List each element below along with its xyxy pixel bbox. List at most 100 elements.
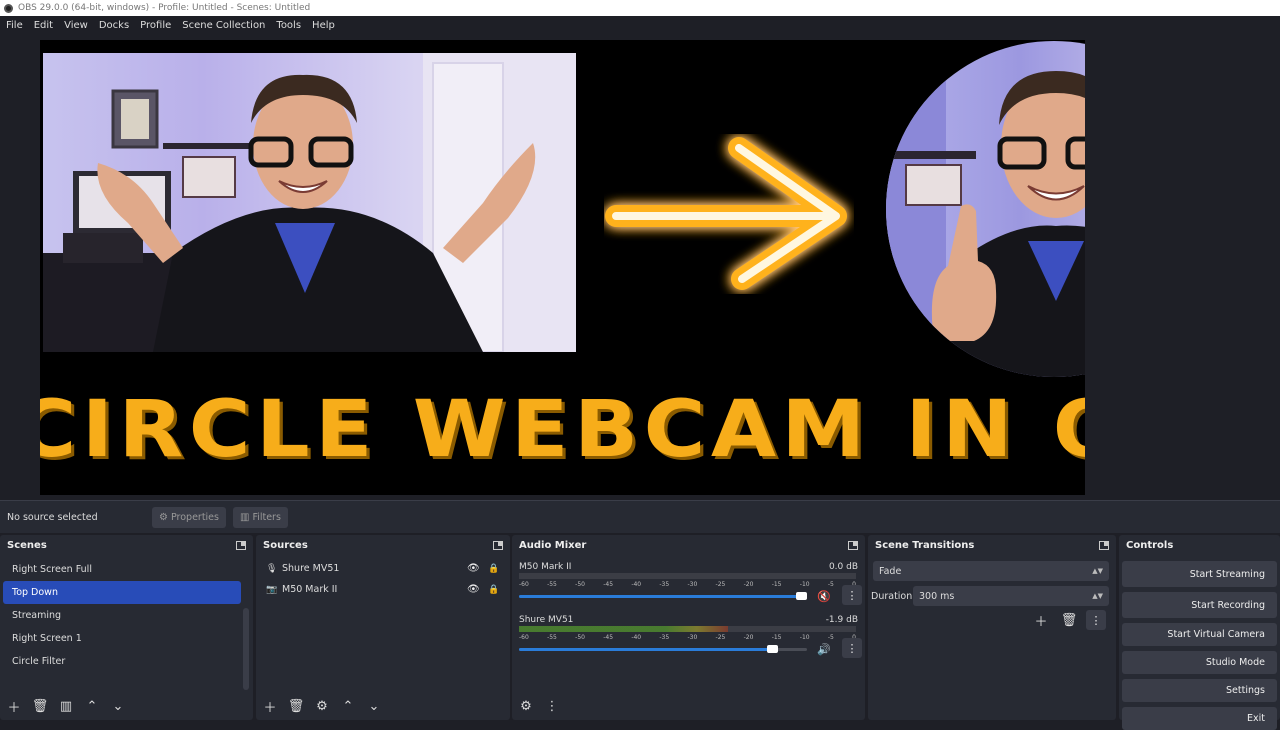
meter-tick-label: -50 xyxy=(575,581,585,588)
sources-dock: Sources 🎙 Shure MV51 👁 🔒 📷 M50 Mark II 👁… xyxy=(256,535,510,720)
undock-icon[interactable] xyxy=(236,541,246,550)
volume-meter xyxy=(519,573,856,579)
meter-tick-label: -30 xyxy=(687,634,698,641)
start-recording-button[interactable]: Start Recording xyxy=(1122,592,1277,618)
scene-filters-icon[interactable]: ▥ xyxy=(55,696,77,716)
lock-icon[interactable]: 🔒 xyxy=(488,585,499,595)
source-properties-gear-icon[interactable]: ⚙ xyxy=(311,696,333,716)
remove-source-icon[interactable]: 🗑 xyxy=(285,696,307,716)
meter-tick-label: -10 xyxy=(799,581,810,588)
channel-menu-button[interactable]: ⋮ xyxy=(842,585,862,605)
undock-icon[interactable] xyxy=(848,541,858,550)
scene-item[interactable]: Right Screen Full xyxy=(3,558,250,581)
move-down-icon[interactable]: ⌄ xyxy=(363,696,385,716)
meter-tick-label: -25 xyxy=(715,581,726,588)
menu-edit[interactable]: Edit xyxy=(34,20,53,31)
scene-item[interactable]: Top Down xyxy=(3,581,241,604)
menu-profile[interactable]: Profile xyxy=(140,20,171,31)
undock-icon[interactable] xyxy=(1099,541,1109,550)
advanced-audio-gear-icon[interactable]: ⚙ xyxy=(515,696,537,716)
remove-scene-icon[interactable]: 🗑 xyxy=(29,696,51,716)
move-down-icon[interactable]: ⌄ xyxy=(107,696,129,716)
sources-title: Sources xyxy=(263,540,308,551)
menu-file[interactable]: File xyxy=(6,20,23,31)
no-source-label: No source selected xyxy=(7,511,98,523)
channel-menu-button[interactable]: ⋮ xyxy=(842,638,862,658)
meter-tick-label: -20 xyxy=(743,634,754,641)
source-toolbar: No source selected ⚙ Properties ▥ Filter… xyxy=(0,500,1280,533)
add-transition-button[interactable]: ＋ xyxy=(1030,610,1052,630)
preview-canvas[interactable]: CIRCLE WEBCAM IN OBS xyxy=(40,40,1085,495)
window-titlebar: OBS 29.0.0 (64-bit, windows) - Profile: … xyxy=(0,0,1280,16)
scene-transitions-dock: Scene Transitions Fade ▲▼ Duration 300 m… xyxy=(868,535,1116,720)
volume-handle[interactable] xyxy=(767,645,779,653)
exit-button[interactable]: Exit xyxy=(1122,707,1277,730)
scene-item[interactable]: Right Screen 1 xyxy=(3,627,250,650)
start-streaming-button[interactable]: Start Streaming xyxy=(1122,561,1277,587)
meter-tick-label: -5 xyxy=(827,581,834,588)
speaker-icon[interactable]: 🔊 xyxy=(817,643,831,656)
visibility-eye-icon[interactable]: 👁 xyxy=(467,584,480,595)
meter-tick-label: -35 xyxy=(659,581,670,588)
source-name: Shure MV51 xyxy=(282,563,340,574)
meter-tick-label: -15 xyxy=(771,634,782,641)
undock-icon[interactable] xyxy=(493,541,503,550)
mixer-menu-icon[interactable]: ⋮ xyxy=(541,696,563,716)
muted-speaker-icon[interactable]: 🔇 xyxy=(817,590,831,603)
channel-name: M50 Mark II xyxy=(519,562,572,572)
scene-item[interactable]: Streaming xyxy=(3,604,250,627)
transition-value: Fade xyxy=(879,565,902,577)
channel-db: -1.9 dB xyxy=(825,615,858,625)
meter-tick-label: -25 xyxy=(715,634,726,641)
webcam-rectangle-image xyxy=(43,53,576,352)
source-item[interactable]: 📷 M50 Mark II 👁 🔒 xyxy=(256,579,510,600)
scenes-title: Scenes xyxy=(7,540,47,551)
add-source-button[interactable]: ＋ xyxy=(259,696,281,716)
volume-fill xyxy=(519,595,807,598)
duration-spinbox[interactable]: 300 ms ▲▼ xyxy=(913,586,1109,606)
start-virtual-camera-button[interactable]: Start Virtual Camera xyxy=(1122,623,1277,646)
filters-label: Filters xyxy=(252,511,281,523)
scene-transitions-title: Scene Transitions xyxy=(875,540,975,551)
lock-icon[interactable]: 🔒 xyxy=(488,564,499,574)
scenes-scrollbar[interactable] xyxy=(243,608,249,690)
source-name: M50 Mark II xyxy=(282,584,338,595)
duration-value: 300 ms xyxy=(919,590,955,602)
filters-button[interactable]: ▥ Filters xyxy=(232,506,288,528)
move-up-icon[interactable]: ⌃ xyxy=(81,696,103,716)
scenes-dock: Scenes Right Screen Full Top Down Stream… xyxy=(0,535,253,720)
scene-item[interactable]: Circle Filter xyxy=(3,650,250,673)
headline-text: CIRCLE WEBCAM IN OBS xyxy=(40,385,1085,475)
chevron-updown-icon: ▲▼ xyxy=(1092,567,1103,575)
menu-scene-collection[interactable]: Scene Collection xyxy=(182,20,265,31)
preview-area[interactable]: CIRCLE WEBCAM IN OBS xyxy=(0,35,1280,500)
add-scene-button[interactable]: ＋ xyxy=(3,696,25,716)
menu-tools[interactable]: Tools xyxy=(276,20,301,31)
visibility-eye-icon[interactable]: 👁 xyxy=(467,563,480,574)
menu-help[interactable]: Help xyxy=(312,20,335,31)
menu-view[interactable]: View xyxy=(64,20,88,31)
properties-label: Properties xyxy=(170,511,219,523)
meter-ticks: -60-55-50-45-40-35-30-25-20-15-10-50 xyxy=(519,634,856,643)
meter-tick-label: -10 xyxy=(799,634,810,641)
transition-select[interactable]: Fade ▲▼ xyxy=(873,561,1109,581)
meter-tick-label: -40 xyxy=(631,634,642,641)
audio-mixer-title: Audio Mixer xyxy=(519,540,587,551)
duration-label: Duration xyxy=(871,590,913,602)
studio-mode-button[interactable]: Studio Mode xyxy=(1122,651,1277,674)
volume-handle[interactable] xyxy=(796,592,807,600)
mixer-channel: M50 Mark II 0.0 dB -60 -55 -50 -45 -40 -35 -30… xyxy=(519,562,862,614)
transition-menu-button[interactable]: ⋮ xyxy=(1086,610,1106,630)
remove-transition-icon[interactable]: 🗑 xyxy=(1058,610,1080,630)
volume-slider[interactable] xyxy=(519,592,807,600)
meter-tick-label: -60 xyxy=(519,581,529,588)
meter-tick-label: -20 xyxy=(743,581,754,588)
settings-button[interactable]: Settings xyxy=(1122,679,1277,702)
menu-docks[interactable]: Docks xyxy=(99,20,129,31)
source-item[interactable]: 🎙 Shure MV51 👁 🔒 xyxy=(256,558,510,579)
gear-icon: ⚙ xyxy=(159,511,168,523)
move-up-icon[interactable]: ⌃ xyxy=(337,696,359,716)
obs-logo-icon xyxy=(4,3,13,13)
volume-slider[interactable] xyxy=(519,645,807,653)
properties-button[interactable]: ⚙ Properties xyxy=(152,506,226,528)
